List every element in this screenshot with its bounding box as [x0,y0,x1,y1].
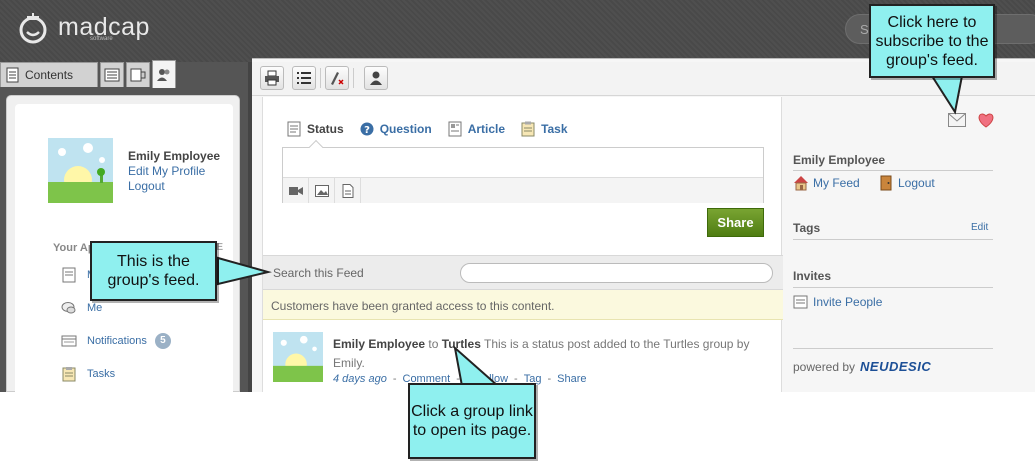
group-link-callout: Click a group link to open its page. [408,383,536,459]
feed-callout: This is the group's feed. [90,241,217,301]
subscribe-callout: Click here to subscribe to the group's f… [869,4,995,78]
group-callout-pointer [453,345,501,387]
feed-callout-pointer [217,256,272,286]
subscribe-callout-pointer [930,75,964,115]
